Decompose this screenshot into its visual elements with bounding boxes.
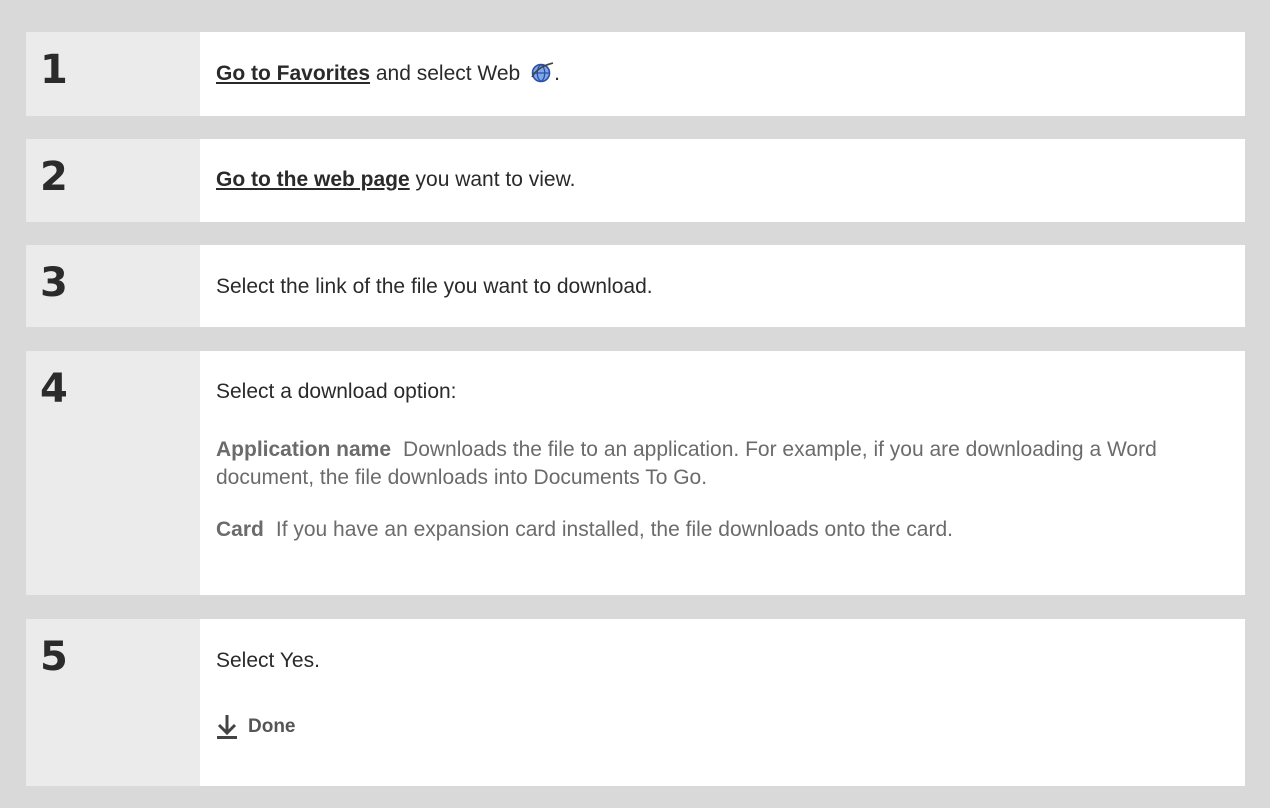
- step-4: 4 Select a download option: Application …: [26, 351, 1245, 595]
- option-description: If you have an expansion card installed,…: [275, 518, 953, 541]
- step-1-text-after: and select Web: [370, 62, 521, 85]
- step-2: 2 Go to the web page you want to view.: [26, 139, 1245, 222]
- step-number-column: 4: [26, 351, 200, 595]
- step-number-column: 3: [26, 245, 200, 327]
- option-application-name: Application name Downloads the file to an…: [216, 436, 1231, 492]
- done-indicator: Done: [216, 714, 296, 740]
- step-number: 2: [40, 154, 68, 200]
- done-label: Done: [248, 716, 296, 737]
- step-1: 1 Go to Favorites and select Web .: [26, 32, 1245, 116]
- step-number-column: 5: [26, 619, 200, 786]
- procedure-page: 1 Go to Favorites and select Web . 2 Go: [0, 0, 1270, 808]
- step-content: Go to Favorites and select Web .: [200, 32, 1245, 116]
- step-2-text-after: you want to view.: [409, 168, 576, 191]
- web-globe-icon: [530, 61, 554, 89]
- step-number: 1: [40, 47, 68, 93]
- step-1-text-end: .: [554, 62, 560, 85]
- step-1-text: Go to Favorites and select Web .: [216, 61, 560, 89]
- down-arrow-icon: [217, 715, 237, 739]
- option-term: Card: [216, 518, 264, 541]
- step-number: 5: [40, 634, 68, 680]
- step-number: 3: [40, 260, 68, 306]
- step-content: Select the link of the file you want to …: [200, 245, 1245, 327]
- step-2-text: Go to the web page you want to view.: [216, 168, 575, 192]
- step-content: Go to the web page you want to view.: [200, 139, 1245, 222]
- step-number-column: 2: [26, 139, 200, 222]
- option-card: Card If you have an expansion card instal…: [216, 516, 1231, 544]
- step-content: Select a download option: Application na…: [200, 351, 1245, 595]
- step-5: 5 Select Yes. Done: [26, 619, 1245, 786]
- go-to-favorites-link[interactable]: Go to Favorites: [216, 62, 370, 85]
- step-number-column: 1: [26, 32, 200, 116]
- step-4-text: Select a download option:: [216, 380, 457, 403]
- step-5-text: Select Yes.: [216, 649, 320, 672]
- go-to-web-page-link[interactable]: Go to the web page: [216, 168, 410, 191]
- option-term: Application name: [216, 438, 392, 461]
- step-3: 3 Select the link of the file you want t…: [26, 245, 1245, 327]
- step-3-text: Select the link of the file you want to …: [216, 275, 653, 298]
- step-content: Select Yes. Done: [200, 619, 1245, 786]
- step-number: 4: [40, 366, 68, 412]
